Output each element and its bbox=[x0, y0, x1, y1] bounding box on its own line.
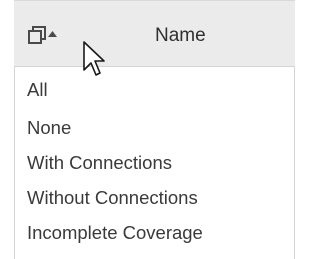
selection-menu: All None With Connections Without Connec… bbox=[14, 67, 295, 259]
menu-item-with-connections[interactable]: With Connections bbox=[27, 151, 172, 175]
menu-item-incomplete-coverage[interactable]: Incomplete Coverage bbox=[27, 221, 203, 245]
menu-item-all[interactable]: All bbox=[27, 78, 48, 102]
column-header-popup: Name All None With Connections Without C… bbox=[0, 0, 307, 259]
caret-up-icon bbox=[48, 31, 57, 37]
copy-icon bbox=[28, 26, 46, 44]
menu-item-none[interactable]: None bbox=[27, 116, 71, 140]
menu-item-without-connections[interactable]: Without Connections bbox=[27, 186, 198, 210]
table-header: Name bbox=[14, 0, 295, 67]
name-column-header[interactable]: Name bbox=[155, 25, 206, 47]
selection-dropdown-button[interactable] bbox=[28, 26, 57, 50]
